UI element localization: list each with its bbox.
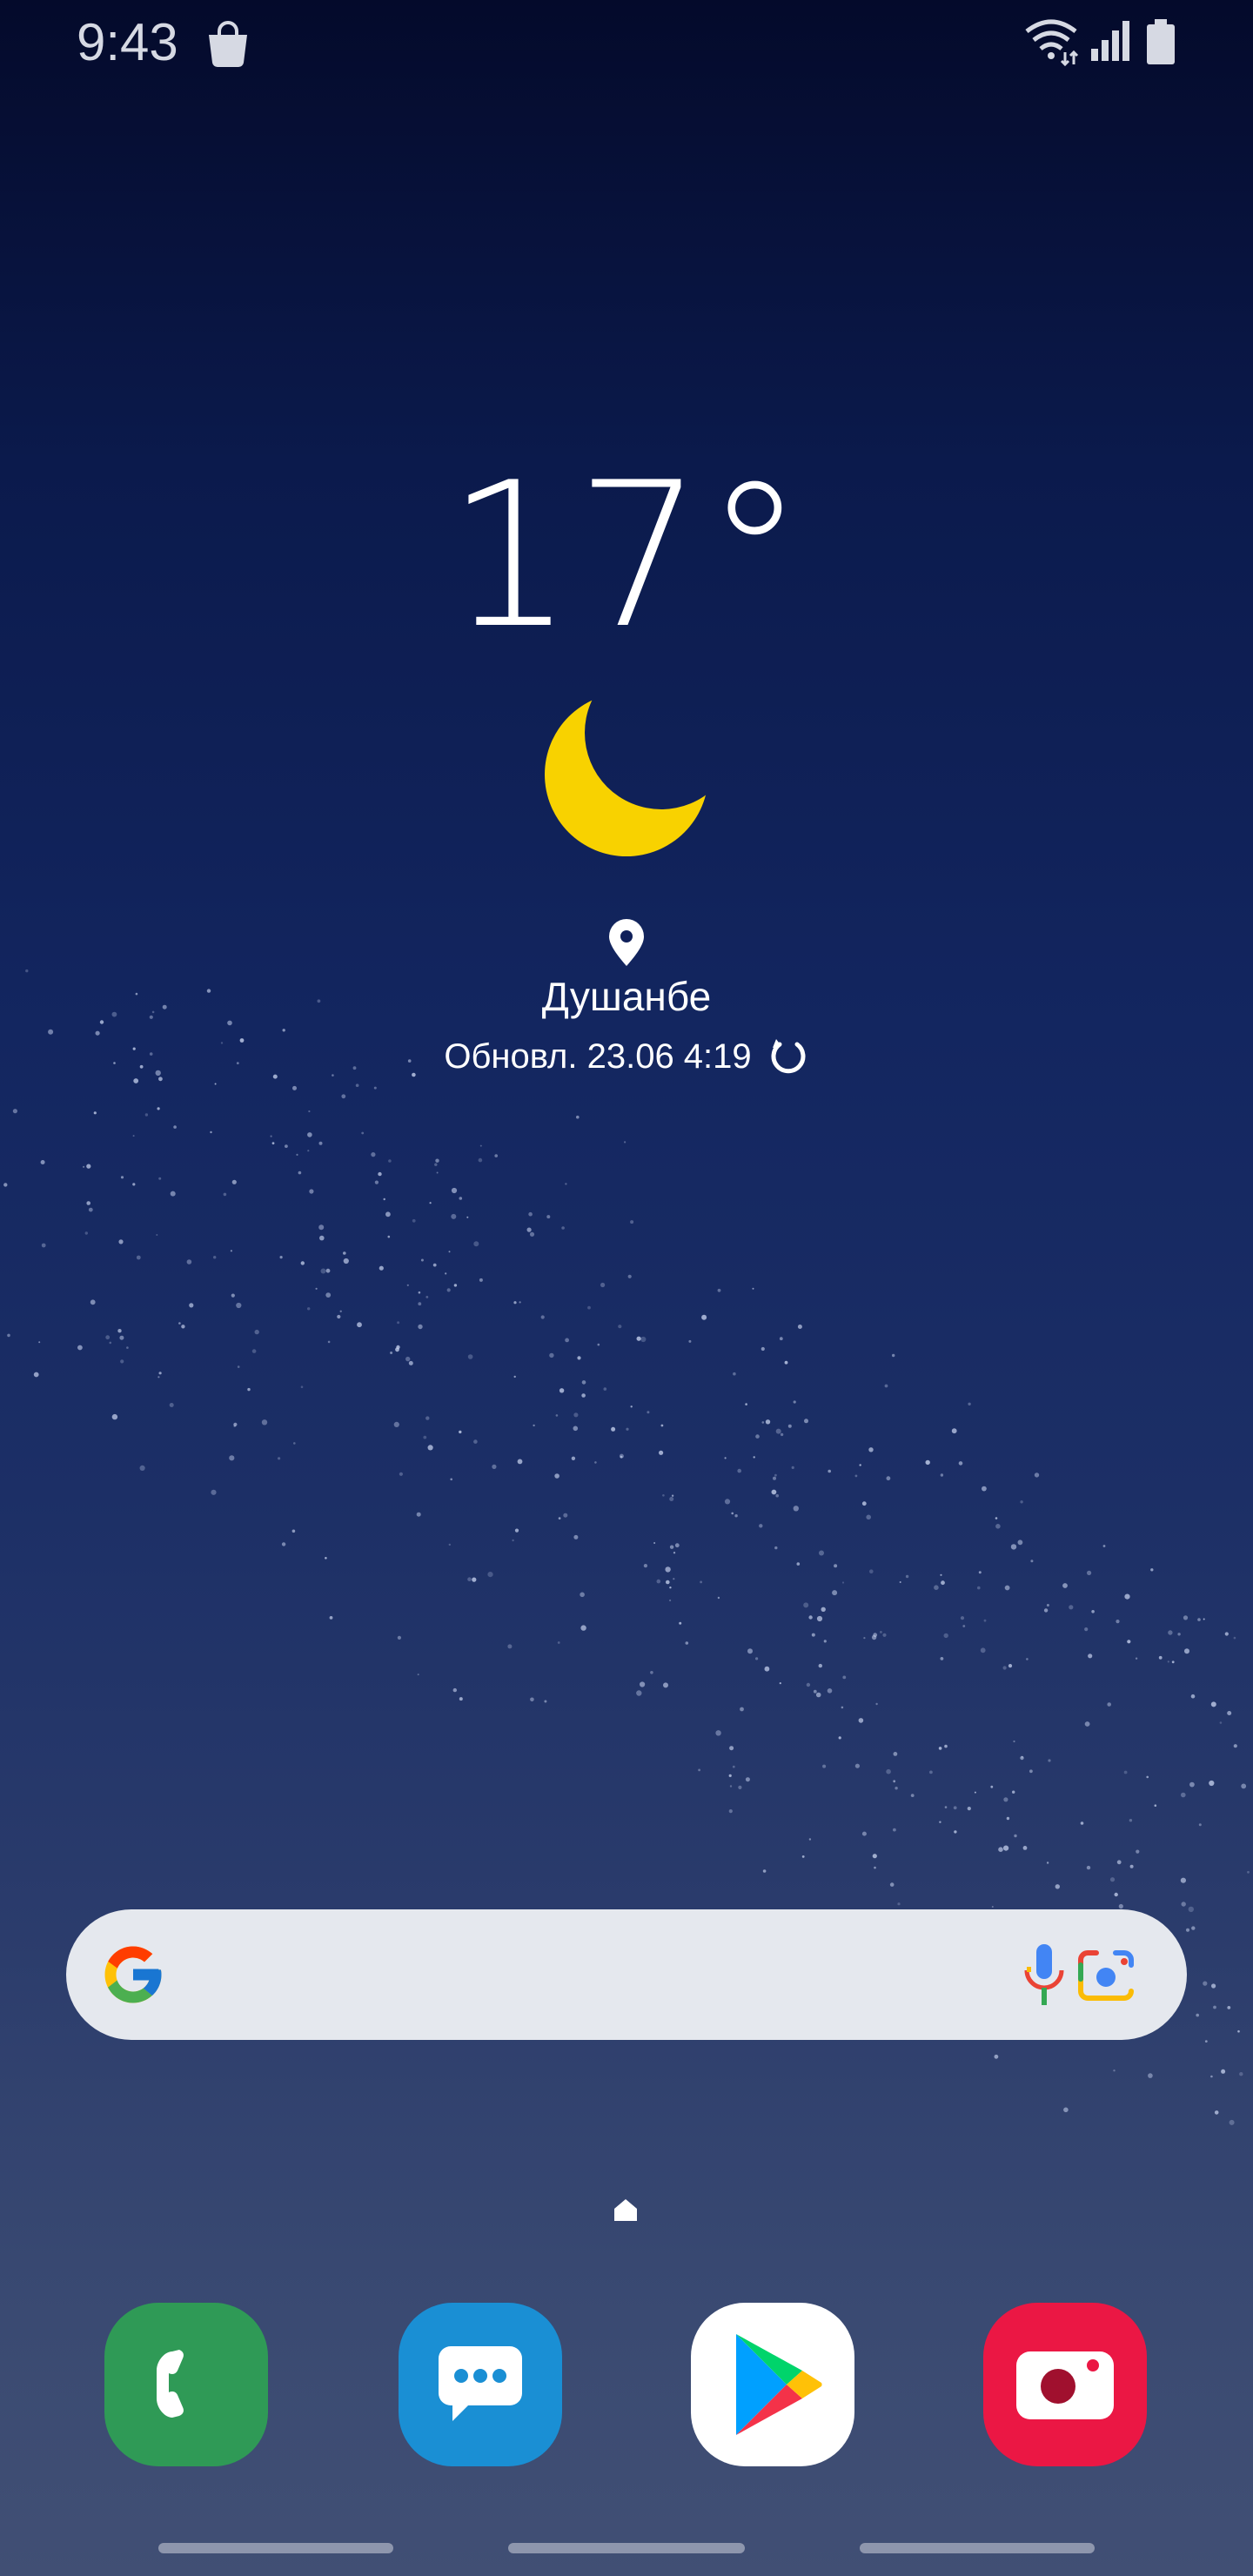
battery-icon [1147,19,1175,64]
home-page-indicator-icon[interactable] [613,2197,639,2223]
weather-updated-row[interactable]: Обновл. 23.06 4:19 [0,1036,1253,1077]
updated-timestamp: Обновл. 23.06 4:19 [444,1036,752,1076]
star-field [3,969,1250,2125]
google-g-icon [104,1946,162,2003]
weather-temperature[interactable]: 17° [0,444,1253,670]
phone-app-icon[interactable] [104,2303,268,2466]
location-pin-icon [609,919,644,966]
refresh-icon[interactable] [767,1036,809,1077]
camera-app-icon[interactable] [983,2303,1147,2466]
google-search-bar[interactable] [66,1909,1187,2040]
status-time: 9:43 [77,13,178,71]
messages-app-icon[interactable] [399,2303,562,2466]
app-dock [0,2303,1253,2468]
crescent-moon-icon [545,693,708,856]
nav-bar-right[interactable] [860,2543,1095,2553]
play-store-app-icon[interactable] [691,2303,854,2466]
wifi-icon [1025,19,1079,66]
location-name[interactable]: Душанбе [0,973,1253,1020]
microphone-icon[interactable] [1020,1941,1069,2010]
shopping-bag-icon [209,21,247,68]
status-bar: 9:43 [0,0,1253,87]
signal-icon [1091,21,1129,61]
nav-bar-left[interactable] [158,2543,393,2553]
nav-bar-home[interactable] [508,2543,745,2553]
google-lens-icon[interactable] [1075,1944,1136,2005]
